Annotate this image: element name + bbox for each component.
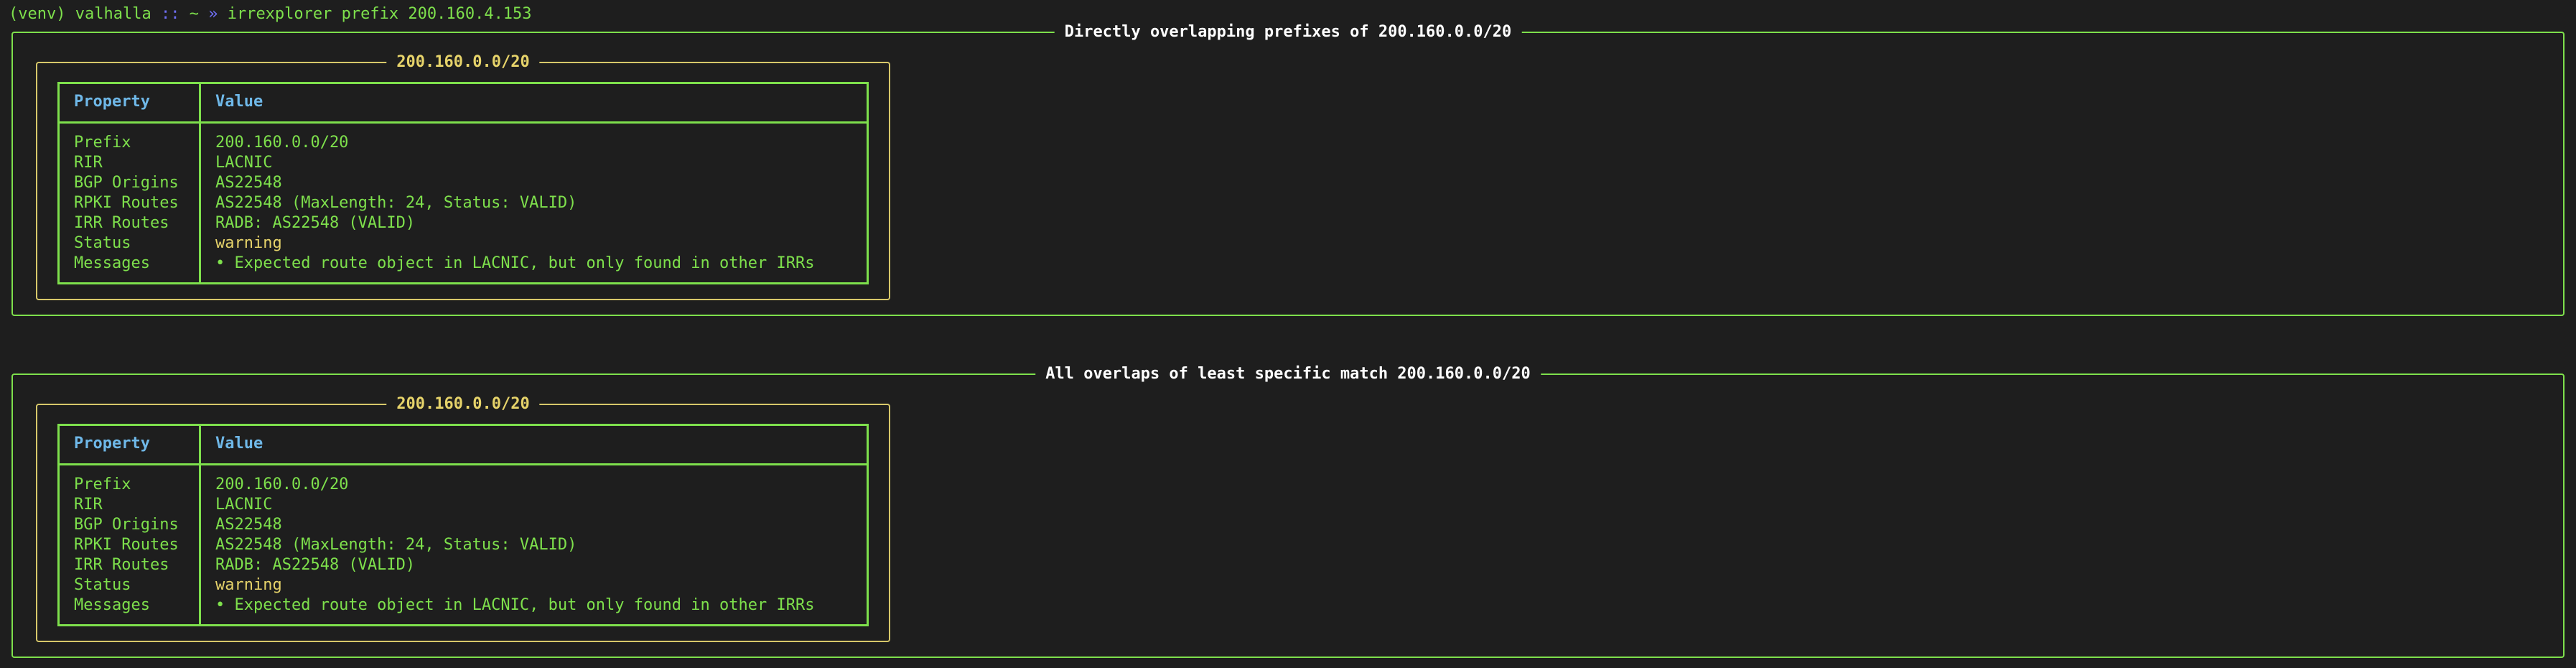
row-property: Prefix (74, 476, 131, 493)
shell-prompt[interactable]: (venv) valhalla :: ~ » irrexplorer prefi… (9, 4, 532, 25)
row-property: Messages (74, 254, 150, 272)
row-value: LACNIC (215, 496, 273, 514)
table-row: Messages • Expected route object in LACNI… (60, 595, 867, 616)
prompt-separator: :: (160, 5, 180, 23)
row-value: AS22548 (215, 516, 282, 534)
row-property: IRR Routes (74, 214, 169, 232)
table-row: Messages • Expected route object in LACNI… (60, 254, 867, 274)
table-row: RPKI Routes AS22548 (MaxLength: 24, Statu… (60, 193, 867, 213)
prompt-cwd: ~ (189, 5, 199, 23)
row-property: BGP Origins (74, 174, 179, 192)
prefix-panel-title: 200.160.0.0/20 (386, 394, 540, 415)
row-value: LACNIC (215, 154, 273, 172)
prompt-host: valhalla (75, 5, 151, 23)
row-value: RADB: AS22548 (VALID) (215, 214, 416, 232)
section-title: All overlaps of least specific match 200… (1035, 363, 1541, 385)
table-row: IRR Routes RADB: AS22548 (VALID) (60, 213, 867, 233)
prefix-panel: 200.160.0.0/20 Property Value Prefix 200.… (36, 52, 890, 300)
section-all-overlaps: All overlaps of least specific match 200… (11, 363, 2565, 658)
section-title: Directly overlapping prefixes of 200.160… (1054, 22, 1522, 43)
table-row: RIR LACNIC (60, 495, 867, 515)
row-property: IRR Routes (74, 556, 169, 574)
prompt-venv: (venv) (9, 5, 66, 23)
table-row: BGP Origins AS22548 (60, 173, 867, 193)
prefix-panel: 200.160.0.0/20 Property Value Prefix 200.… (36, 394, 890, 642)
table-row: Status warning (60, 575, 867, 595)
prompt-arrow-icon: » (208, 5, 218, 23)
row-value: AS22548 (215, 174, 282, 192)
status-value: warning (215, 234, 282, 252)
table-rows: Prefix 200.160.0.0/20 RIR LACNIC BGP Origi… (60, 133, 867, 274)
row-property: BGP Origins (74, 516, 179, 534)
row-value: 200.160.0.0/20 (215, 134, 349, 152)
section-directly-overlapping: Directly overlapping prefixes of 200.160… (11, 22, 2565, 316)
row-value: 200.160.0.0/20 (215, 476, 349, 493)
table-row: BGP Origins AS22548 (60, 515, 867, 535)
row-value: RADB: AS22548 (VALID) (215, 556, 416, 574)
header-value: Value (215, 435, 263, 453)
row-property: Messages (74, 596, 150, 614)
table-rows: Prefix 200.160.0.0/20 RIR LACNIC BGP Origi… (60, 475, 867, 616)
table-row: RIR LACNIC (60, 153, 867, 173)
row-property: Status (74, 234, 131, 252)
header-divider (60, 121, 867, 124)
property-table: Property Value Prefix 200.160.0.0/20 RIR L… (57, 424, 869, 626)
prompt-command: irrexplorer prefix 200.160.4.153 (227, 5, 532, 23)
row-value: • Expected route object in LACNIC, but o… (215, 254, 815, 272)
row-value: • Expected route object in LACNIC, but o… (215, 596, 815, 614)
status-value: warning (215, 576, 282, 594)
header-divider (60, 463, 867, 465)
header-property: Property (74, 93, 150, 111)
row-property: RIR (74, 154, 103, 172)
table-row: RPKI Routes AS22548 (MaxLength: 24, Statu… (60, 535, 867, 555)
row-property: Prefix (74, 134, 131, 152)
row-property: Status (74, 576, 131, 594)
table-row: Prefix 200.160.0.0/20 (60, 133, 867, 153)
row-value: AS22548 (MaxLength: 24, Status: VALID) (215, 536, 577, 554)
row-property: RPKI Routes (74, 536, 179, 554)
row-property: RIR (74, 496, 103, 514)
table-row: IRR Routes RADB: AS22548 (VALID) (60, 555, 867, 575)
property-table: Property Value Prefix 200.160.0.0/20 RIR L… (57, 82, 869, 284)
table-row: Status warning (60, 233, 867, 254)
row-property: RPKI Routes (74, 194, 179, 212)
row-value: AS22548 (MaxLength: 24, Status: VALID) (215, 194, 577, 212)
prefix-panel-title: 200.160.0.0/20 (386, 52, 540, 73)
header-value: Value (215, 93, 263, 111)
table-row: Prefix 200.160.0.0/20 (60, 475, 867, 495)
header-property: Property (74, 435, 150, 453)
